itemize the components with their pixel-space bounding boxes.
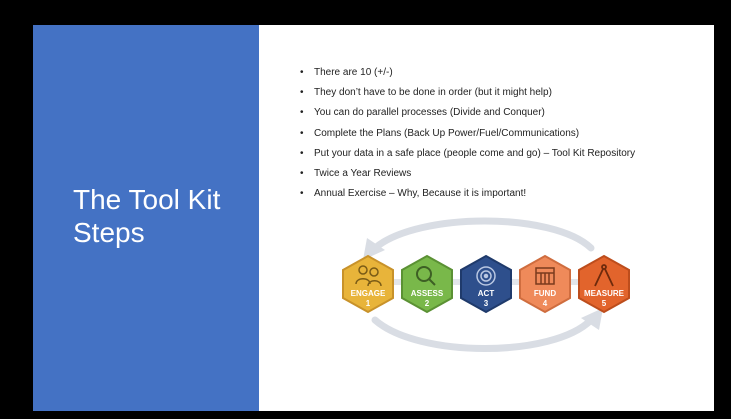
step-number: 2 <box>425 299 430 308</box>
step-label: ASSESS <box>411 289 444 298</box>
cycle-arrow-bottom <box>371 316 595 352</box>
title-panel: The Tool Kit Steps <box>33 25 259 411</box>
step-number: 5 <box>602 299 607 308</box>
step-label: ENGAGE <box>351 289 386 298</box>
bullet-item: Complete the Plans (Back Up Power/Fuel/C… <box>298 124 635 144</box>
bullet-item: There are 10 (+/-) <box>298 63 635 83</box>
step-fund: FUND 4 <box>519 254 571 314</box>
step-number: 3 <box>484 299 489 308</box>
step-number: 4 <box>543 299 548 308</box>
step-assess: ASSESS 2 <box>401 254 453 314</box>
step-label: ACT <box>478 289 495 298</box>
bullet-item: Annual Exercise – Why, Because it is imp… <box>298 184 635 204</box>
cycle-arrow-top <box>371 217 595 252</box>
slide-title: The Tool Kit Steps <box>73 184 221 248</box>
slide: The Tool Kit Steps There are 10 (+/-) Th… <box>33 25 714 411</box>
tool-kit-cycle-diagram: ENGAGE 1 ASSESS 2 ACT 3 FUND 4 MEASURE 5 <box>342 217 630 352</box>
bullet-item: Twice a Year Reviews <box>298 164 635 184</box>
bullet-item: You can do parallel processes (Divide an… <box>298 103 635 123</box>
step-number: 1 <box>366 299 371 308</box>
step-measure: MEASURE 5 <box>578 254 630 314</box>
step-engage: ENGAGE 1 <box>342 254 394 314</box>
bullet-list: There are 10 (+/-) They don’t have to be… <box>298 63 635 205</box>
step-act: ACT 3 <box>460 254 512 314</box>
bullet-item: They don’t have to be done in order (but… <box>298 83 635 103</box>
bullet-item: Put your data in a safe place (people co… <box>298 144 635 164</box>
step-label: FUND <box>534 289 556 298</box>
step-label: MEASURE <box>584 289 625 298</box>
